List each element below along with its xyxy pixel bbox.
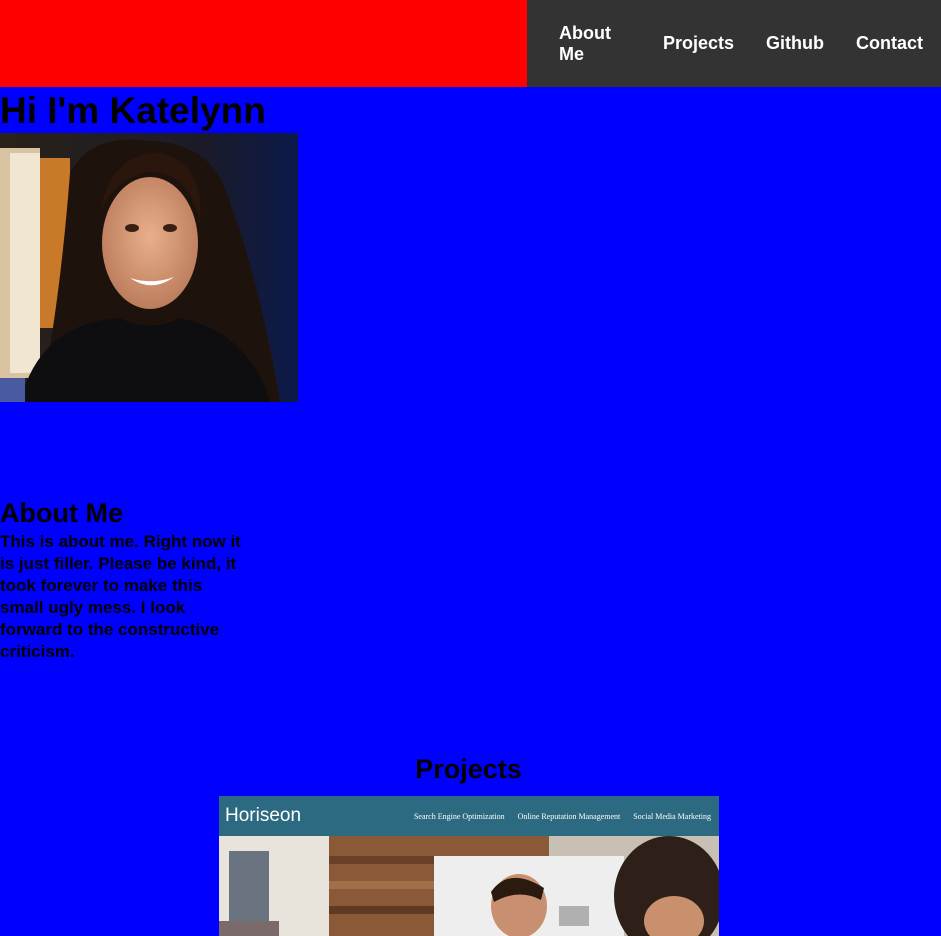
site-header: About Me Projects Github Contact [0, 0, 941, 87]
screenshot-link-orm: Online Reputation Management [517, 811, 621, 821]
hero-title: Hi I'm Katelynn [0, 90, 266, 131]
nav-about-me-link[interactable]: About Me [559, 23, 631, 65]
about-text: This is about me. Right now it is just f… [0, 532, 241, 661]
horiseon-logo: Horiseon [225, 805, 302, 826]
nav-github-link[interactable]: Github [766, 33, 824, 54]
screenshot-header-bar: Horiseon Search Engine Optimization Onli… [219, 796, 719, 836]
about-heading: About Me [0, 498, 123, 528]
profile-photo [0, 133, 298, 402]
page: About Me Projects Github Contact Hi I'm … [0, 0, 941, 936]
project-screenshot[interactable]: Horiseon Search Engine Optimization Onli… [219, 796, 719, 936]
main-nav: About Me Projects Github Contact [527, 0, 941, 87]
header-red-block [0, 0, 527, 87]
screenshot-link-seo: Search Engine Optimization [413, 811, 505, 821]
screenshot-nav: Search Engine Optimization Online Reputa… [401, 812, 719, 821]
nav-projects-link[interactable]: Projects [663, 33, 734, 54]
screenshot-link-smm: Social Media Marketing [633, 811, 711, 821]
nav-contact-link[interactable]: Contact [856, 33, 923, 54]
projects-heading: Projects [415, 754, 522, 784]
